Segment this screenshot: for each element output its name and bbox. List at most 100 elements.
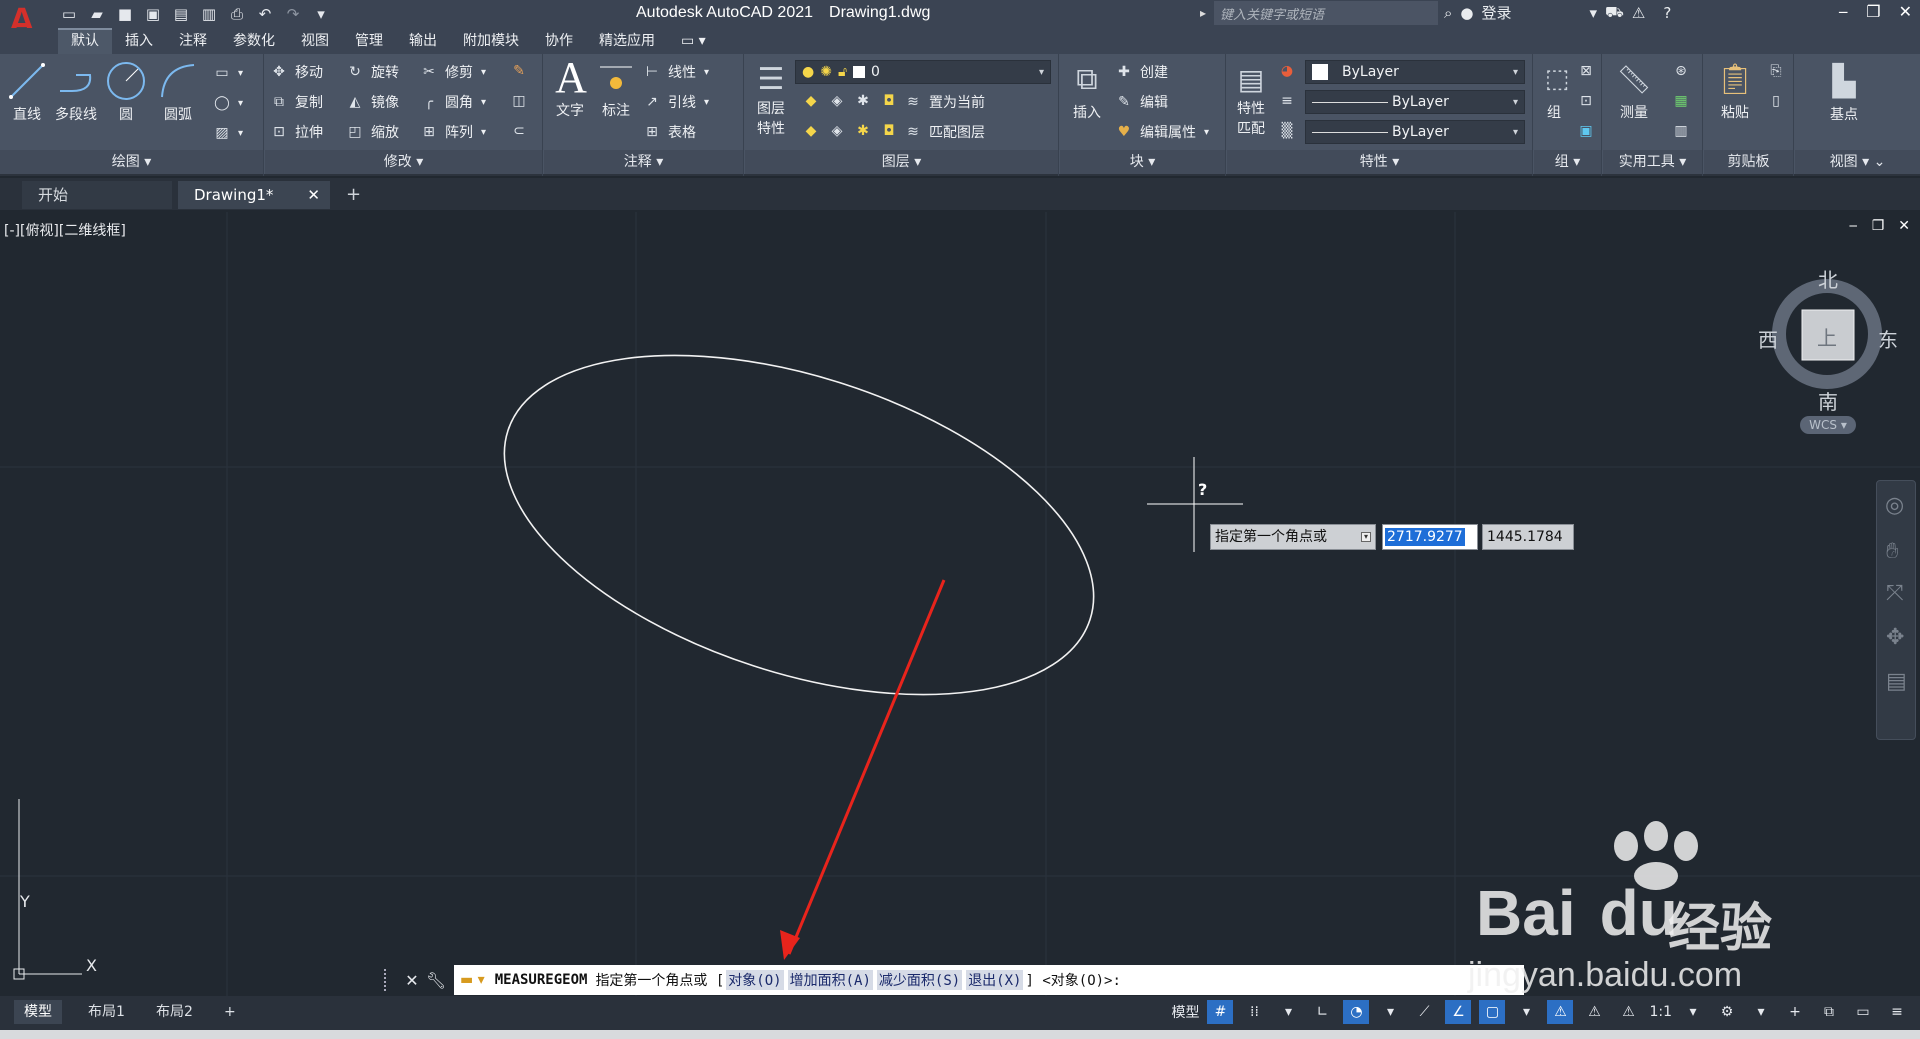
snap-dropdown-icon[interactable]: ▾ (1275, 1000, 1301, 1024)
polar-dropdown-icon[interactable]: ▾ (1377, 1000, 1403, 1024)
grid-icon[interactable]: # (1207, 1000, 1234, 1024)
group-button[interactable]: ⬚ 组 (1536, 58, 1572, 122)
text-button[interactable]: A 文字 (550, 53, 590, 120)
properties-panel-title[interactable]: 特性 ▾ (1227, 150, 1532, 174)
layout-tab-1[interactable]: 布局1 (78, 1000, 135, 1024)
layer-isolate-icon[interactable]: ◈ (827, 92, 847, 110)
command-line-grip[interactable] (384, 969, 394, 991)
close-tab-icon[interactable]: ✕ (307, 181, 320, 209)
viewcube-south[interactable]: 南 (1818, 386, 1838, 415)
ungroup-button[interactable]: ⊠ (1576, 62, 1602, 80)
arc-button[interactable]: 圆弧 (156, 60, 200, 124)
transparency-button[interactable]: ▒ (1277, 122, 1303, 140)
option-object[interactable]: 对象(O) (726, 970, 784, 990)
showmotion-icon[interactable]: ▤ (1886, 669, 1907, 694)
copy-clip-button[interactable]: ⎘ (1766, 62, 1792, 80)
layer-dropdown[interactable]: ● ✺ 🔓︎ 0 ▾ (795, 60, 1051, 84)
layer-on-tool-icon[interactable]: ◆ (801, 122, 821, 140)
annotation-monitor-icon[interactable]: + (1782, 1000, 1808, 1024)
layers-panel-title[interactable]: 图层 ▾ (745, 150, 1058, 174)
layer-freeze-icon[interactable]: ✱ (853, 92, 873, 110)
trim-button[interactable]: ✂ 修剪 ▾ (419, 62, 486, 82)
zoom-extents-icon[interactable]: ⤧ (1886, 581, 1904, 606)
lineweight-dropdown[interactable]: ByLayer ▾ (1305, 120, 1525, 144)
cart-icon[interactable]: ⛟ (1605, 3, 1624, 23)
vp-close-icon[interactable]: ✕ (1898, 218, 1910, 234)
options-arrow-icon[interactable]: ▾ (1361, 532, 1371, 542)
print-icon[interactable]: ⎙ (226, 4, 248, 24)
tab-output[interactable]: 输出 (396, 28, 450, 54)
table-button[interactable]: ⊞ 表格 (642, 122, 696, 142)
create-block-button[interactable]: ✚ 创建 (1114, 62, 1168, 82)
redo-icon[interactable]: ↷ (282, 4, 304, 24)
annotation-scale-icon[interactable]: ⚠ (1615, 1000, 1641, 1024)
layer-properties-button[interactable]: ☰ 图层 特性 (749, 58, 793, 138)
scale-button[interactable]: ◰ 缩放 (345, 122, 399, 142)
tab-collaborate[interactable]: 协作 (532, 28, 586, 54)
ribbon-display-toggle-icon[interactable]: ▭ ▾ (668, 28, 719, 54)
color-dropdown[interactable]: ByLayer ▾ (1305, 60, 1525, 84)
new-tab-button[interactable]: + (346, 184, 361, 205)
help-icon[interactable]: ? (1663, 4, 1671, 22)
dimension-button[interactable]: 标注 (594, 56, 638, 120)
workspace-icon[interactable]: ⚙ (1714, 1000, 1740, 1024)
measure-button[interactable]: 📏︎ 测量 (1611, 58, 1657, 122)
user-icon[interactable]: ● (1460, 4, 1473, 22)
save-icon[interactable]: ■ (114, 4, 136, 24)
layer-lock-tool-icon[interactable]: ◘ (879, 92, 899, 110)
polar-icon[interactable]: ◔ (1343, 1000, 1370, 1024)
fillet-button[interactable]: ╭ 圆角 ▾ (419, 92, 486, 112)
workspace-dropdown-icon[interactable]: ▾ (1748, 1000, 1774, 1024)
viewcube-north[interactable]: 北 (1818, 264, 1838, 293)
option-exit[interactable]: 退出(X) (966, 970, 1024, 990)
tab-parametric[interactable]: 参数化 (220, 28, 288, 54)
open-file-icon[interactable]: ▰ (86, 4, 108, 24)
option-add-area[interactable]: 增加面积(A) (787, 970, 873, 990)
customize-command-icon[interactable]: 🔧︎ (424, 971, 448, 990)
login-dropdown-icon[interactable]: ▾ (1590, 4, 1598, 22)
add-layout-icon[interactable]: + (214, 1000, 246, 1024)
paste-button[interactable]: 📋︎ 粘贴 (1712, 58, 1758, 122)
match-properties-button[interactable]: ▤ 特性 匹配 (1229, 58, 1273, 138)
modify-panel-title[interactable]: 修改 ▾ (265, 150, 542, 174)
tab-insert[interactable]: 插入 (112, 28, 166, 54)
explode-button[interactable]: ◫ (509, 92, 535, 110)
rotate-button[interactable]: ↻ 旋转 (345, 62, 399, 82)
annotation-scale-value[interactable]: 1:1 (1649, 1004, 1672, 1020)
viewcube[interactable]: 北 南 西 东 上 WCS ▾ (1758, 264, 1898, 434)
group-edit-button[interactable]: ⊡ (1576, 92, 1602, 110)
clean-screen-icon[interactable]: ▭ (1850, 1000, 1876, 1024)
isodraft-icon[interactable]: ⟋ (1411, 1000, 1437, 1024)
pan-icon[interactable]: ✋︎ (1886, 539, 1899, 564)
tab-default[interactable]: 默认 (58, 28, 112, 54)
auto-scale-icon[interactable]: ⚠ (1581, 1000, 1607, 1024)
vp-minimize-icon[interactable]: ‒ (1849, 218, 1858, 234)
plot-preview-icon[interactable]: ▥ (198, 4, 220, 24)
login-button[interactable]: 登录 (1482, 2, 1512, 23)
quick-select-button[interactable]: ⊛ (1671, 62, 1697, 80)
tab-addins[interactable]: 附加模块 (450, 28, 532, 54)
wcs-menu[interactable]: WCS ▾ (1800, 416, 1856, 434)
ellipse-button[interactable]: ◯ ▾ (212, 94, 243, 112)
layer-unisolate-icon[interactable]: ◈ (827, 122, 847, 140)
insert-block-button[interactable]: ⧉ 插入 (1064, 58, 1110, 122)
viewport-controls-label[interactable]: [-][俯视][二维线框] (4, 220, 126, 240)
object-snap-tracking-icon[interactable]: ∠ (1445, 1000, 1472, 1024)
command-input[interactable]: ▬ ▾ MEASUREGEOM 指定第一个角点或 [ 对象(O) 增加面积(A)… (454, 965, 1524, 995)
layer-unlock-icon[interactable]: ◘ (879, 122, 899, 140)
option-subtract-area[interactable]: 减少面积(S) (876, 970, 963, 990)
group-select-button[interactable]: ▣ (1576, 122, 1602, 140)
annotation-panel-title[interactable]: 注释 ▾ (544, 150, 743, 174)
mirror-button[interactable]: ◭ 镜像 (345, 92, 399, 112)
polyline-button[interactable]: 多段线 (52, 60, 100, 124)
tab-start[interactable]: 开始 (22, 181, 172, 209)
isolate-objects-icon[interactable]: ⧉ (1816, 1000, 1842, 1024)
search-input[interactable]: 键入关键字或短语 (1214, 1, 1438, 25)
tab-manage[interactable]: 管理 (342, 28, 396, 54)
connect-icon[interactable]: ⚠ (1632, 4, 1645, 22)
osnap-dropdown-icon[interactable]: ▾ (1513, 1000, 1539, 1024)
lineweight-button[interactable]: ≡ (1277, 92, 1303, 110)
match-layer-button[interactable]: ≋ 匹配图层 (903, 122, 985, 142)
tab-drawing1[interactable]: Drawing1* ✕ (178, 181, 330, 209)
erase-button[interactable]: ✎ (509, 62, 535, 80)
